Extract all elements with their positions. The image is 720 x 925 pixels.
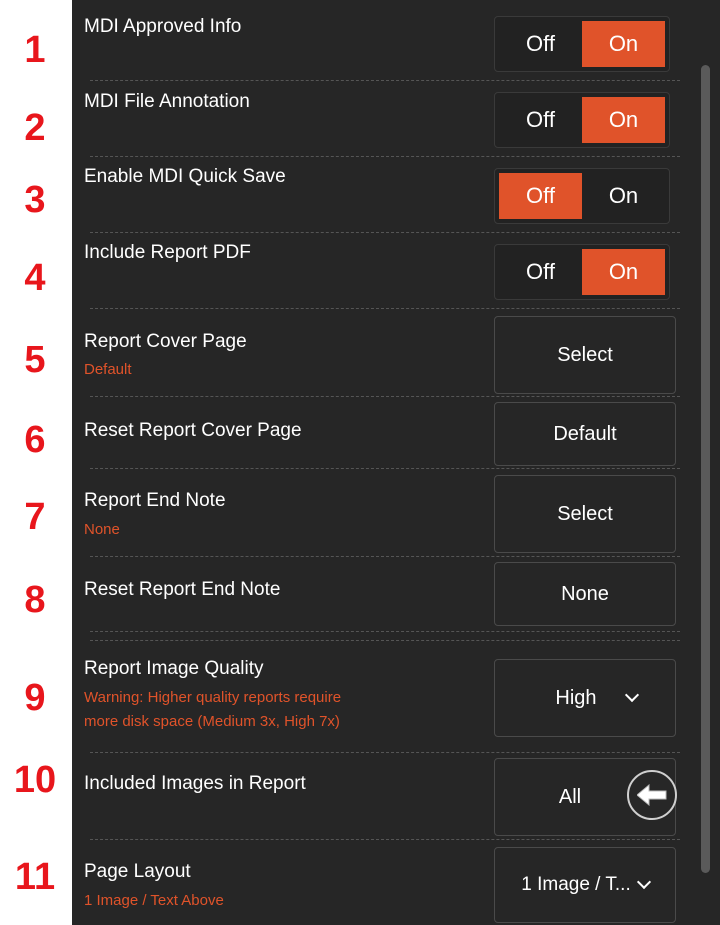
toggle-off-option[interactable]: Off xyxy=(499,97,582,143)
setting-label-included-images-in-report: Included Images in Report xyxy=(84,773,306,794)
toggle-on-option[interactable]: On xyxy=(582,21,665,67)
divider xyxy=(90,556,680,557)
toggle-off-option[interactable]: Off xyxy=(499,173,582,219)
divider xyxy=(90,631,680,632)
row-number-6: 6 xyxy=(24,419,46,461)
setting-label-include-report-pdf: Include Report PDF xyxy=(84,242,251,263)
setting-label-report-end-note: Report End Note xyxy=(84,490,226,511)
reset-report-cover-page-button[interactable]: Default xyxy=(494,402,676,466)
row-number-9: 9 xyxy=(24,677,46,719)
toggle-on-option[interactable]: On xyxy=(582,249,665,295)
setting-label-report-cover-page: Report Cover Page xyxy=(84,331,247,352)
report-cover-page-value: Default xyxy=(84,361,132,378)
toggle-on-option[interactable]: On xyxy=(582,97,665,143)
mdi-approved-info-toggle[interactable]: Off On xyxy=(494,16,670,72)
dropdown-value: 1 Image / T... xyxy=(521,874,631,895)
row-number-3: 3 xyxy=(24,179,46,221)
row-number-1: 1 xyxy=(24,29,46,71)
report-image-quality-warning-line-1: Warning: Higher quality reports require xyxy=(84,689,342,706)
settings-panel: MDI Approved Info Off On MDI File Annota… xyxy=(72,0,720,925)
setting-label-page-layout: Page Layout xyxy=(84,861,191,882)
divider xyxy=(90,396,680,397)
report-image-quality-dropdown[interactable]: High xyxy=(494,659,676,737)
divider xyxy=(90,752,680,753)
setting-label-reset-report-cover-page: Reset Report Cover Page xyxy=(84,420,302,441)
divider xyxy=(90,232,680,233)
divider xyxy=(90,468,680,469)
row-number-7: 7 xyxy=(24,496,46,538)
toggle-on-option[interactable]: On xyxy=(582,173,665,219)
back-arrow-icon xyxy=(637,784,667,806)
back-button[interactable] xyxy=(627,770,677,820)
reset-report-end-note-button[interactable]: None xyxy=(494,562,676,626)
divider xyxy=(90,640,680,641)
toggle-off-option[interactable]: Off xyxy=(499,249,582,295)
row-number-2: 2 xyxy=(24,107,46,149)
chevron-down-icon xyxy=(624,687,639,703)
divider xyxy=(90,839,680,840)
row-number-5: 5 xyxy=(24,339,46,381)
divider xyxy=(90,156,680,157)
setting-label-report-image-quality: Report Image Quality xyxy=(84,658,264,679)
page-layout-value: 1 Image / Text Above xyxy=(84,892,224,909)
setting-label-reset-report-end-note: Reset Report End Note xyxy=(84,579,281,600)
enable-mdi-quick-save-toggle[interactable]: Off On xyxy=(494,168,670,224)
row-number-8: 8 xyxy=(24,579,46,621)
report-end-note-select-button[interactable]: Select xyxy=(494,475,676,553)
include-report-pdf-toggle[interactable]: Off On xyxy=(494,244,670,300)
report-image-quality-warning-line-2: more disk space (Medium 3x, High 7x) xyxy=(84,713,340,730)
divider xyxy=(90,308,680,309)
chevron-down-icon xyxy=(636,874,651,890)
dropdown-value: All xyxy=(558,785,582,808)
dropdown-value: High xyxy=(555,686,597,709)
row-number-10: 10 xyxy=(13,759,57,801)
report-cover-page-select-button[interactable]: Select xyxy=(494,316,676,394)
report-end-note-value: None xyxy=(84,521,120,538)
toggle-off-option[interactable]: Off xyxy=(499,21,582,67)
divider xyxy=(90,80,680,81)
setting-label-mdi-approved-info: MDI Approved Info xyxy=(84,16,242,37)
mdi-file-annotation-toggle[interactable]: Off On xyxy=(494,92,670,148)
setting-label-mdi-file-annotation: MDI File Annotation xyxy=(84,91,250,112)
page-layout-dropdown[interactable]: 1 Image / T... xyxy=(494,847,676,923)
scrollbar[interactable] xyxy=(701,65,710,873)
setting-label-enable-mdi-quick-save: Enable MDI Quick Save xyxy=(84,166,286,187)
row-number-11: 11 xyxy=(14,856,56,898)
row-number-4: 4 xyxy=(24,257,46,299)
